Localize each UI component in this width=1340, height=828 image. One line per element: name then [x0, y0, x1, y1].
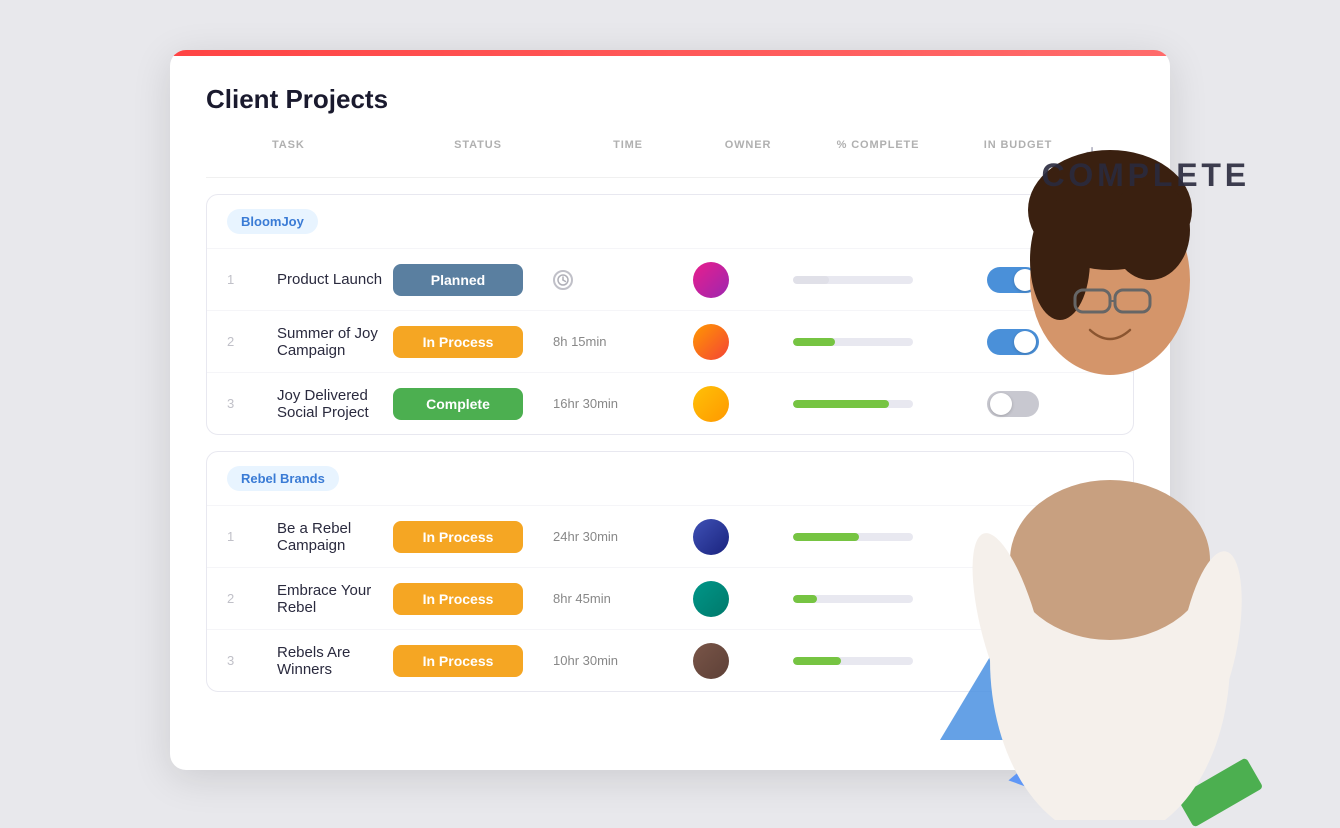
avatar	[693, 262, 729, 298]
status-badge[interactable]: In Process	[393, 326, 523, 358]
owner-cell	[693, 581, 793, 617]
row-number: 1	[227, 529, 277, 544]
budget-toggle[interactable]	[987, 329, 1039, 355]
avatar	[693, 519, 729, 555]
owner-cell	[693, 519, 793, 555]
th-time: TIME	[558, 139, 698, 167]
avatar	[693, 643, 729, 679]
time-value: 24hr 30min	[553, 529, 618, 544]
progress-bar	[793, 595, 817, 603]
time-value: 8hr 45min	[553, 591, 611, 606]
status-cell: Complete	[393, 388, 553, 420]
budget-cell	[953, 267, 1073, 293]
time-value: 16hr 30min	[553, 396, 618, 411]
task-name: Joy Delivered Social Project	[277, 387, 393, 421]
time-cell: 8h 15min	[553, 334, 693, 349]
page-title: Client Projects	[206, 84, 1134, 115]
row-number: 1	[227, 272, 277, 287]
owner-cell	[693, 324, 793, 360]
complete-overlay-text: COMPLETE	[1041, 157, 1250, 194]
card-content: Client Projects TASK STATUS TIME OWNER %…	[170, 56, 1170, 732]
triangle-decoration-green	[1177, 757, 1264, 827]
status-cell: Planned	[393, 264, 553, 296]
group-label-rebel-brands: Rebel Brands	[227, 466, 339, 491]
clock-icon	[553, 270, 573, 290]
time-cell: 8hr 45min	[553, 591, 693, 606]
table-row: 3 Joy Delivered Social Project Complete …	[207, 372, 1133, 434]
status-cell: In Process	[393, 326, 553, 358]
progress-bar-container	[793, 657, 913, 665]
toggle-knob	[1014, 331, 1036, 353]
time-cell	[553, 270, 693, 290]
budget-cell	[953, 329, 1073, 355]
status-cell: In Process	[393, 583, 553, 615]
row-number: 2	[227, 591, 277, 606]
th-task: TASK	[272, 139, 398, 167]
time-cell: 10hr 30min	[553, 653, 693, 668]
status-cell: In Process	[393, 645, 553, 677]
progress-bar	[793, 400, 889, 408]
th-percent: % COMPLETE	[798, 139, 958, 167]
status-badge[interactable]: In Process	[393, 645, 523, 677]
row-number: 3	[227, 396, 277, 411]
task-name: Rebels Are Winners	[277, 644, 393, 678]
table-header: TASK STATUS TIME OWNER % COMPLETE IN BUD…	[206, 139, 1134, 178]
table-row: 2 Summer of Joy Campaign In Process 8h 1…	[207, 310, 1133, 372]
table-row: 2 Embrace Your Rebel In Process 8hr 45mi…	[207, 567, 1133, 629]
task-name: Embrace Your Rebel	[277, 582, 393, 616]
status-badge[interactable]: In Process	[393, 521, 523, 553]
task-name: Summer of Joy Campaign	[277, 325, 393, 359]
time-value: 10hr 30min	[553, 653, 618, 668]
group-label-bloomjoy: BloomJoy	[227, 209, 318, 234]
time-cell: 24hr 30min	[553, 529, 693, 544]
status-badge[interactable]: Complete	[393, 388, 523, 420]
avatar	[693, 324, 729, 360]
row-number: 3	[227, 653, 277, 668]
progress-bar	[793, 338, 835, 346]
task-name: Be a Rebel Campaign	[277, 520, 393, 554]
row-number: 2	[227, 334, 277, 349]
toggle-knob	[1014, 269, 1036, 291]
th-status: STATUS	[398, 139, 558, 167]
owner-cell	[693, 643, 793, 679]
progress-bar	[793, 657, 841, 665]
group-header-rebel-brands: Rebel Brands	[207, 452, 1133, 505]
progress-bar-container	[793, 276, 913, 284]
time-value: 8h 15min	[553, 334, 606, 349]
avatar	[693, 386, 729, 422]
toggle-knob	[990, 393, 1012, 415]
table-row: 1 Be a Rebel Campaign In Process 24hr 30…	[207, 505, 1133, 567]
table-row: 1 Product Launch Planned	[207, 248, 1133, 310]
progress-bar-container	[793, 338, 913, 346]
owner-cell	[693, 386, 793, 422]
progress-bar-container	[793, 595, 913, 603]
budget-cell	[953, 391, 1073, 417]
avatar	[693, 581, 729, 617]
progress-bar	[793, 533, 859, 541]
time-cell: 16hr 30min	[553, 396, 693, 411]
th-owner: OWNER	[698, 139, 798, 167]
progress-bar-container	[793, 533, 913, 541]
th-num	[222, 139, 272, 167]
task-name: Product Launch	[277, 271, 393, 288]
budget-toggle[interactable]	[987, 267, 1039, 293]
budget-toggle[interactable]	[987, 391, 1039, 417]
group-bloomjoy: BloomJoy 1 Product Launch Planned	[206, 194, 1134, 435]
owner-cell	[693, 262, 793, 298]
status-badge[interactable]: In Process	[393, 583, 523, 615]
progress-bar	[793, 276, 829, 284]
group-header-bloomjoy: BloomJoy	[207, 195, 1133, 248]
status-cell: In Process	[393, 521, 553, 553]
status-badge[interactable]: Planned	[393, 264, 523, 296]
progress-bar-container	[793, 400, 913, 408]
